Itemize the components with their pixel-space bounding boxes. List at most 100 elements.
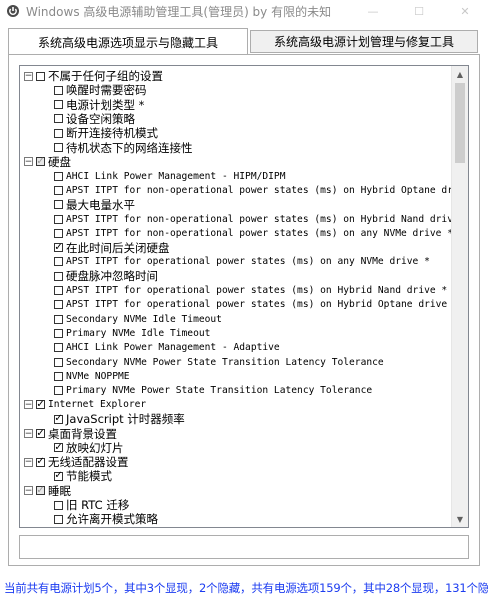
- checkbox[interactable]: [36, 71, 45, 81]
- tree-item[interactable]: 放映幻灯片: [54, 441, 124, 455]
- tree-item-label: APST ITPT for operational power states (…: [66, 256, 430, 268]
- checkbox[interactable]: [36, 486, 45, 496]
- close-icon: ✕: [460, 4, 470, 18]
- tab-label: 系统高级电源计划管理与修复工具: [273, 35, 454, 49]
- minimize-button[interactable]: —: [350, 0, 396, 22]
- scroll-thumb[interactable]: [455, 83, 465, 163]
- tree-item[interactable]: 最大电量水平: [54, 198, 135, 212]
- checkbox[interactable]: [54, 328, 63, 338]
- tree-item[interactable]: 电源计划类型 *: [54, 98, 144, 112]
- tab-plan-management[interactable]: 系统高级电源计划管理与修复工具: [250, 30, 478, 53]
- tree-item[interactable]: APST ITPT for non-operational power stat…: [54, 212, 469, 226]
- checkbox[interactable]: [36, 457, 45, 467]
- checkbox[interactable]: [54, 85, 63, 95]
- collapse-icon[interactable]: −: [24, 157, 33, 167]
- tree-item[interactable]: APST ITPT for operational power states (…: [54, 298, 459, 312]
- tree-item[interactable]: APST ITPT for operational power states (…: [54, 284, 447, 298]
- tree-item[interactable]: Secondary NVMe Idle Timeout: [54, 312, 222, 326]
- tree-item-label: AHCI Link Power Management - HIPM/DIPM: [66, 170, 286, 182]
- checkbox[interactable]: [54, 185, 63, 195]
- collapse-icon[interactable]: −: [24, 457, 33, 467]
- tab-strip: 系统高级电源选项显示与隐藏工具 系统高级电源计划管理与修复工具: [8, 28, 480, 55]
- tree-item[interactable]: 在此时间后睡眠: [54, 527, 147, 528]
- tree-group[interactable]: −桌面背景设置: [24, 427, 117, 441]
- tree-item-label: APST ITPT for non-operational power stat…: [66, 213, 469, 225]
- maximize-button[interactable]: ☐: [396, 0, 442, 22]
- tree-item[interactable]: JavaScript 计时器频率: [54, 412, 185, 426]
- collapse-icon[interactable]: −: [24, 486, 33, 496]
- tree-item[interactable]: 硬盘脉冲忽略时间: [54, 269, 158, 283]
- tree-group[interactable]: −睡眠: [24, 484, 71, 498]
- tree-item[interactable]: APST ITPT for non-operational power stat…: [54, 183, 469, 197]
- minimize-icon: —: [367, 4, 379, 18]
- collapse-icon[interactable]: −: [24, 400, 33, 410]
- tree-item-label: 在此时间后关闭硬盘: [66, 240, 170, 255]
- tree-item[interactable]: 唤醒时需要密码: [54, 83, 147, 97]
- tree-item-label: 硬盘脉冲忽略时间: [66, 269, 158, 284]
- tree-item-label: 待机状态下的网络连接性: [66, 140, 193, 155]
- checkbox[interactable]: [54, 500, 63, 510]
- checkbox[interactable]: [54, 357, 63, 367]
- tree-item[interactable]: Primary NVMe Idle Timeout: [54, 326, 210, 340]
- checkbox[interactable]: [54, 100, 63, 110]
- tree-item-label: Primary NVMe Idle Timeout: [66, 327, 211, 339]
- checkbox[interactable]: [54, 443, 63, 453]
- checkbox[interactable]: [54, 243, 63, 253]
- checkbox[interactable]: [54, 271, 63, 281]
- scroll-down-icon[interactable]: ▼: [452, 511, 468, 527]
- tree-item[interactable]: 设备空闲策略: [54, 112, 135, 126]
- window-title: Windows 高级电源辅助管理工具(管理员) by 有限的未知: [26, 5, 332, 19]
- checkbox[interactable]: [36, 400, 45, 410]
- tree-item[interactable]: 待机状态下的网络连接性: [54, 141, 193, 155]
- tree-item-label: Secondary NVMe Power State Transition La…: [66, 356, 384, 368]
- checkbox[interactable]: [54, 514, 63, 524]
- checkbox[interactable]: [54, 143, 63, 152]
- close-button[interactable]: ✕: [442, 0, 488, 22]
- tree-item-label: APST ITPT for operational power states (…: [66, 299, 459, 311]
- tab-show-hide-options[interactable]: 系统高级电源选项显示与隐藏工具: [8, 28, 248, 55]
- tree-group[interactable]: −无线适配器设置: [24, 455, 129, 469]
- tree-item[interactable]: 旧 RTC 迁移: [54, 498, 129, 512]
- tree-item[interactable]: 在此时间后关闭硬盘: [54, 241, 170, 255]
- checkbox[interactable]: [36, 429, 45, 438]
- tree-item[interactable]: 允许离开模式策略: [54, 512, 158, 526]
- checkbox[interactable]: [54, 371, 63, 381]
- tree-item-label: APST ITPT for non-operational power stat…: [66, 184, 469, 196]
- checkbox[interactable]: [54, 343, 63, 353]
- checkbox[interactable]: [54, 128, 63, 138]
- tab-label: 系统高级电源选项显示与隐藏工具: [37, 35, 218, 50]
- checkbox[interactable]: [54, 471, 63, 481]
- tree-item[interactable]: NVMe NOPPME: [54, 369, 130, 383]
- checkbox[interactable]: [54, 171, 63, 181]
- tree-group[interactable]: − 硬盘: [24, 155, 71, 169]
- tree-item-label: APST ITPT for non-operational power stat…: [66, 227, 453, 239]
- checkbox[interactable]: [54, 286, 63, 295]
- checkbox[interactable]: [54, 314, 63, 324]
- tree-item[interactable]: 节能模式: [54, 469, 112, 483]
- tree-group[interactable]: − Internet Explorer: [24, 398, 146, 412]
- tree-item[interactable]: 断开连接待机模式: [54, 126, 158, 140]
- checkbox[interactable]: [54, 300, 63, 310]
- tree-item[interactable]: AHCI Link Power Management - HIPM/DIPM: [54, 169, 286, 183]
- vertical-scrollbar[interactable]: ▲ ▼: [451, 66, 468, 527]
- checkbox[interactable]: [54, 200, 63, 210]
- checkbox[interactable]: [54, 228, 63, 238]
- checkbox[interactable]: [54, 257, 63, 267]
- checkbox[interactable]: [54, 214, 63, 224]
- info-box: [19, 535, 469, 559]
- scroll-up-icon[interactable]: ▲: [452, 66, 468, 82]
- collapse-icon[interactable]: −: [24, 71, 33, 81]
- checkbox[interactable]: [36, 157, 45, 167]
- checkbox[interactable]: [54, 414, 63, 424]
- tree-item-label: Internet Explorer: [48, 399, 147, 411]
- tree-item[interactable]: Secondary NVMe Power State Transition La…: [54, 355, 384, 369]
- power-options-tree[interactable]: − 不属于任何子组的设置 唤醒时需要密码 电源计划类型 * 设备空闲策略 断开连接待机模式…: [19, 65, 469, 528]
- checkbox[interactable]: [54, 114, 63, 124]
- checkbox[interactable]: [54, 386, 63, 396]
- collapse-icon[interactable]: −: [24, 429, 33, 438]
- tree-item[interactable]: AHCI Link Power Management - Adaptive: [54, 341, 280, 355]
- tree-item[interactable]: APST ITPT for operational power states (…: [54, 255, 430, 269]
- tree-item[interactable]: Primary NVMe Power State Transition Late…: [54, 384, 372, 398]
- tree-group[interactable]: − 不属于任何子组的设置: [24, 69, 163, 83]
- tree-item[interactable]: APST ITPT for non-operational power stat…: [54, 226, 453, 240]
